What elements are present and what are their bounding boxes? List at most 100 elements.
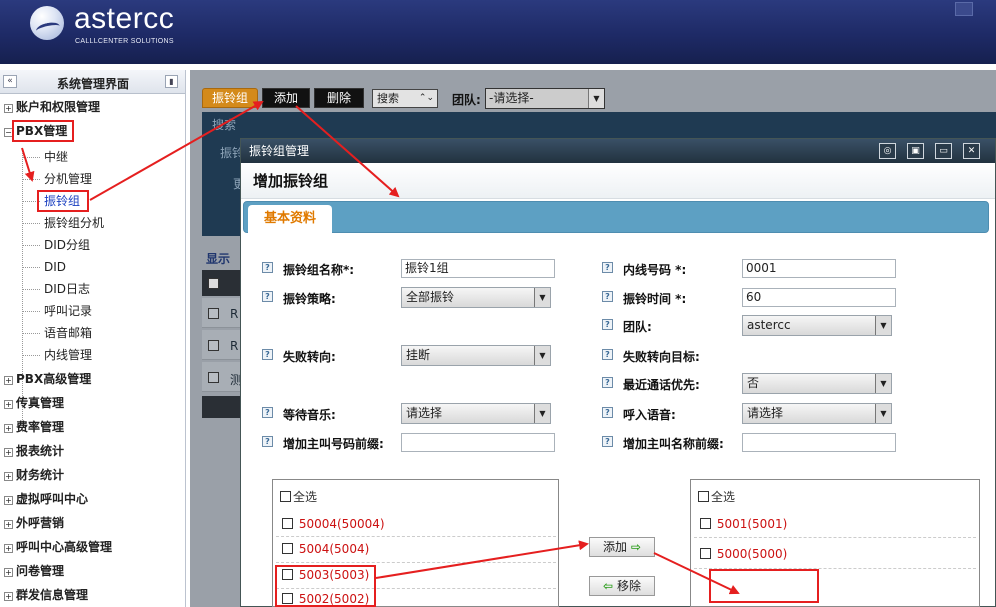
recent-priority-select[interactable]: 否 ▼ <box>742 373 892 394</box>
tab-ring-group[interactable]: 振铃组 <box>202 88 258 108</box>
sidebar-group-messaging[interactable]: + 群发信息管理 <box>4 585 88 605</box>
prefix-name-label: 增加主叫名称前缀: <box>623 437 724 451</box>
help-icon[interactable]: ? <box>262 407 273 418</box>
moh-label: 等待音乐: <box>283 408 336 422</box>
help-icon[interactable]: ? <box>602 407 613 418</box>
list-item[interactable]: 5000(5000) <box>700 547 787 561</box>
ring-group-name-input[interactable]: 振铃1组 <box>401 259 555 278</box>
checkbox[interactable] <box>700 518 711 529</box>
tab-basic-info[interactable]: 基本资料 <box>248 205 332 234</box>
sidebar-group-reports[interactable]: + 报表统计 <box>4 441 64 461</box>
sidebar-item-internal-lines[interactable]: 内线管理 <box>44 345 92 365</box>
recent-priority-label: 最近通话优先: <box>623 378 700 392</box>
expand-icon[interactable]: + <box>4 472 13 481</box>
row-checkbox[interactable] <box>208 340 219 351</box>
sidebar-item-did-group[interactable]: DID分组 <box>44 235 90 255</box>
row-checkbox[interactable] <box>208 308 219 319</box>
chevron-down-icon: ▼ <box>875 404 891 423</box>
add-member-button[interactable]: 添加 ⇨ <box>589 537 655 557</box>
expand-icon[interactable]: + <box>4 496 13 505</box>
pin-icon[interactable]: ▮ <box>165 75 178 88</box>
list-item[interactable]: 5001(5001) <box>700 517 787 531</box>
annotation-box-target <box>709 569 819 603</box>
expand-icon[interactable]: + <box>4 544 13 553</box>
add-button[interactable]: 添加 <box>262 88 310 108</box>
expand-icon[interactable]: + <box>4 448 13 457</box>
expand-icon[interactable]: + <box>4 400 13 409</box>
tree-guide <box>22 148 23 432</box>
sidebar-item-call-records[interactable]: 呼叫记录 <box>44 301 92 321</box>
sidebar-group-rates[interactable]: + 费率管理 <box>4 417 64 437</box>
sidebar-group-outbound[interactable]: + 外呼营销 <box>4 513 64 533</box>
help-icon[interactable]: ? <box>262 436 273 447</box>
sidebar-group-survey[interactable]: + 问卷管理 <box>4 561 64 581</box>
ring-time-input[interactable]: 60 <box>742 288 896 307</box>
select-all-selected[interactable]: 全选 <box>698 488 735 505</box>
expand-icon[interactable]: + <box>4 520 13 529</box>
moh-select[interactable]: 请选择 ▼ <box>401 403 551 424</box>
team-field-select[interactable]: astercc ▼ <box>742 315 892 336</box>
sidebar-item-did[interactable]: DID <box>44 257 66 277</box>
help-icon[interactable]: ? <box>602 349 613 360</box>
strategy-select[interactable]: 全部振铃 ▼ <box>401 287 551 308</box>
sidebar-group-callcenter-advanced[interactable]: + 呼叫中心高级管理 <box>4 537 112 557</box>
help-icon[interactable]: ? <box>262 349 273 360</box>
chevron-down-icon: ▼ <box>875 374 891 393</box>
sidebar-item-ring-group-ext[interactable]: 振铃组分机 <box>44 213 104 233</box>
checkbox[interactable] <box>700 548 711 559</box>
team-select[interactable]: -请选择- ▼ <box>485 88 605 109</box>
show-link[interactable]: 显示 <box>206 250 230 267</box>
close-icon[interactable]: ✕ <box>963 143 980 159</box>
app-header: astercc CALLLCENTER SOLUTIONS <box>0 0 996 64</box>
search-panel-title: 搜索 <box>212 118 237 132</box>
maximize-icon[interactable]: ▣ <box>907 143 924 159</box>
caller-name-prefix-input[interactable] <box>742 433 896 452</box>
greeting-select[interactable]: 请选择 ▼ <box>742 403 892 424</box>
help-icon[interactable]: ? <box>602 262 613 273</box>
select-all-available[interactable]: 全选 <box>280 488 317 505</box>
window-control-icon[interactable] <box>955 2 973 16</box>
sidebar-group-virtual-callcenter[interactable]: + 虚拟呼叫中心 <box>4 489 88 509</box>
sidebar-group-account[interactable]: + 账户和权限管理 <box>4 97 100 117</box>
row-checkbox[interactable] <box>208 372 219 383</box>
checkbox[interactable] <box>282 543 293 554</box>
sidebar-item-voicemail[interactable]: 语音邮箱 <box>44 323 92 343</box>
caller-number-prefix-input[interactable] <box>401 433 555 452</box>
list-item[interactable]: 50004(50004) <box>282 517 385 531</box>
fail-target-label: 失败转向目标: <box>623 350 700 364</box>
remove-member-button[interactable]: ⇦ 移除 <box>589 576 655 596</box>
sidebar-item-did-log[interactable]: DID日志 <box>44 279 90 299</box>
help-icon[interactable]: ? <box>602 319 613 330</box>
sidebar-title: 系统管理界面 <box>56 77 129 91</box>
help-icon[interactable]: ? <box>602 377 613 388</box>
expand-icon[interactable]: + <box>4 592 13 601</box>
sidebar-item-extensions[interactable]: 分机管理 <box>44 169 92 189</box>
expand-icon[interactable]: + <box>4 568 13 577</box>
help-icon[interactable]: ? <box>602 291 613 302</box>
delete-button[interactable]: 删除 <box>314 88 364 108</box>
sidebar-group-finance[interactable]: + 财务统计 <box>4 465 64 485</box>
greeting-label: 呼入语音: <box>623 408 676 422</box>
fail-select[interactable]: 挂断 ▼ <box>401 345 551 366</box>
checkbox[interactable] <box>280 491 291 502</box>
grid-select-all-checkbox[interactable] <box>208 278 219 289</box>
search-toggle[interactable]: 搜索 ⌃⌄ <box>372 89 438 108</box>
expand-icon[interactable]: + <box>4 424 13 433</box>
expand-icon[interactable]: + <box>4 104 13 113</box>
expand-icon[interactable]: + <box>4 376 13 385</box>
restore-icon[interactable]: ◎ <box>879 143 896 159</box>
extension-input[interactable]: 0001 <box>742 259 896 278</box>
help-icon[interactable]: ? <box>602 436 613 447</box>
sidebar-item-trunk[interactable]: 中继 <box>44 147 68 167</box>
list-item[interactable]: 5004(5004) <box>282 542 369 556</box>
help-icon[interactable]: ? <box>262 262 273 273</box>
chevron-toggle-icon: ⌃⌄ <box>418 93 434 103</box>
checkbox[interactable] <box>282 518 293 529</box>
minimize-icon[interactable]: ▭ <box>935 143 952 159</box>
help-icon[interactable]: ? <box>262 291 273 302</box>
brand-name: astercc <box>74 2 175 35</box>
sidebar-group-fax[interactable]: + 传真管理 <box>4 393 64 413</box>
sidebar-group-pbx-advanced[interactable]: + PBX高级管理 <box>4 369 91 389</box>
checkbox[interactable] <box>698 491 709 502</box>
annotation-box-selected-members <box>275 565 376 607</box>
